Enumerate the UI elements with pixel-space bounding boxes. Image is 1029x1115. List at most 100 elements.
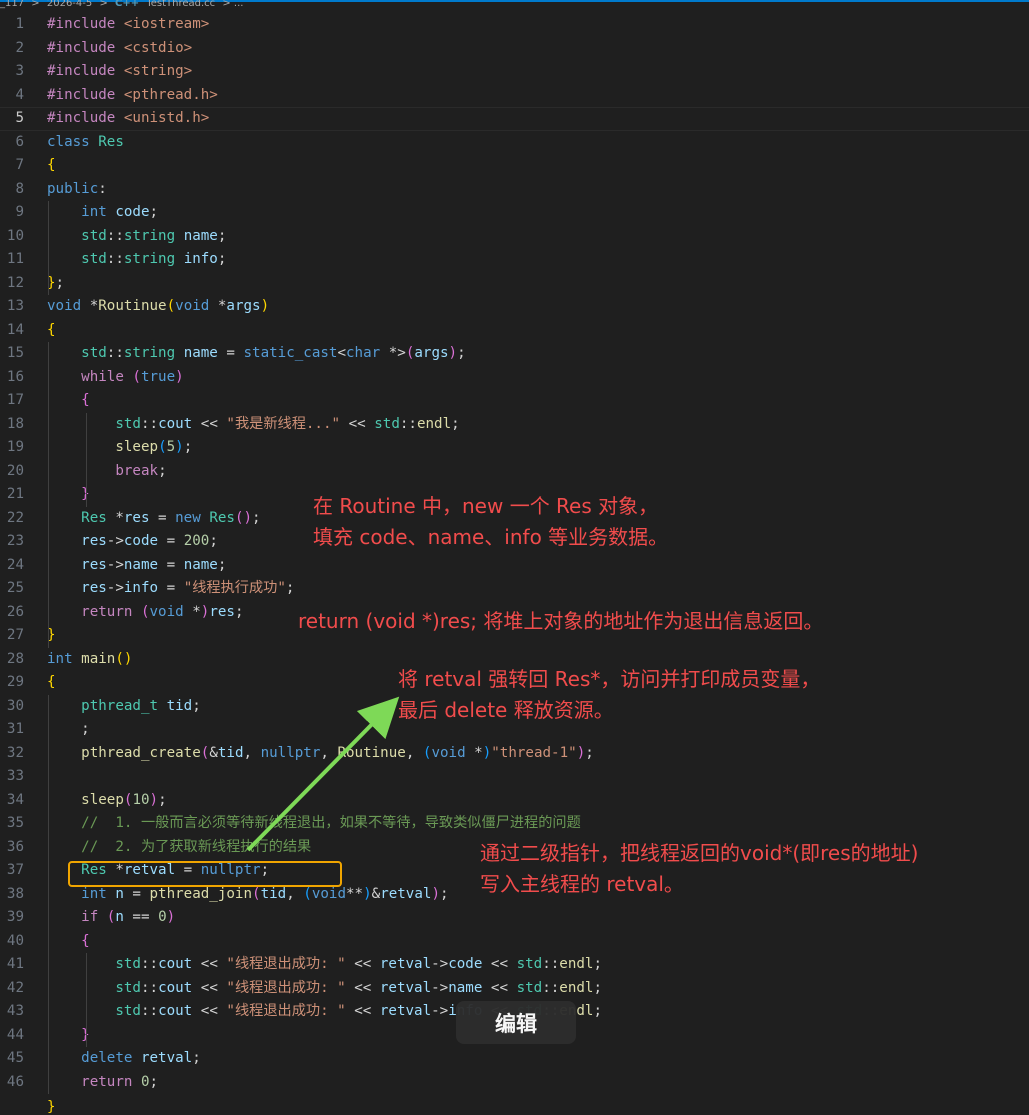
code-line[interactable]: 39 if (n == 0) bbox=[0, 906, 1029, 930]
code-line[interactable]: 10 std::string name; bbox=[0, 225, 1029, 249]
code-text[interactable]: { bbox=[47, 671, 56, 695]
code-line[interactable]: 13 void *Routinue(void *args) bbox=[0, 295, 1029, 319]
code-text[interactable]: std::string name; bbox=[47, 225, 226, 249]
code-text[interactable]: int main() bbox=[47, 648, 132, 672]
code-text[interactable]: public: bbox=[47, 178, 107, 202]
code-line[interactable]: 6 class Res bbox=[0, 131, 1029, 155]
code-text[interactable]: // 1. 一般而言必须等待新线程退出，如果不等待，导致类似僵尸进程的问题 bbox=[47, 812, 581, 836]
code-text[interactable]: while (true) bbox=[47, 366, 184, 390]
indent-guide bbox=[48, 201, 49, 295]
code-line[interactable]: 41 std::cout << "线程退出成功: " << retval->co… bbox=[0, 953, 1029, 977]
line-number: 6 bbox=[15, 133, 24, 150]
code-text[interactable]: std::string info; bbox=[47, 248, 226, 272]
code-text[interactable]: }; bbox=[47, 272, 64, 296]
code-line[interactable]: 1 #include <iostream> bbox=[0, 13, 1029, 37]
code-text[interactable]: std::cout << "线程退出成功: " << retval->code … bbox=[47, 953, 602, 977]
line-number: 24 bbox=[6, 556, 24, 573]
code-text[interactable]: std::cout << "线程退出成功: " << retval->name … bbox=[47, 977, 602, 1001]
code-line[interactable]: 45 delete retval; bbox=[0, 1047, 1029, 1071]
code-line[interactable]: 34 sleep(10); bbox=[0, 789, 1029, 813]
code-text[interactable]: res->info = "线程执行成功"; bbox=[47, 577, 294, 601]
code-text[interactable]: ; bbox=[47, 718, 90, 742]
line-number: 44 bbox=[6, 1026, 24, 1043]
code-line[interactable]: 42 std::cout << "线程退出成功: " << retval->na… bbox=[0, 977, 1029, 1001]
code-text[interactable]: #include <unistd.h> bbox=[47, 107, 209, 131]
code-text[interactable]: #include <iostream> bbox=[47, 13, 209, 37]
code-token: int bbox=[81, 204, 116, 220]
code-token: :: bbox=[542, 956, 560, 972]
code-line[interactable]: 12}; bbox=[0, 272, 1029, 296]
breadcrumb-symbol-trail[interactable]: > ... bbox=[222, 0, 243, 9]
code-text[interactable]: #include <cstdio> bbox=[47, 37, 192, 61]
code-line[interactable]: 15 std::string name = static_cast<char *… bbox=[0, 342, 1029, 366]
code-text[interactable]: break; bbox=[47, 460, 166, 484]
code-line[interactable]: 7{ bbox=[0, 154, 1029, 178]
breadcrumb-file[interactable]: TestThread.cc bbox=[146, 0, 215, 9]
code-text[interactable]: { bbox=[47, 319, 56, 343]
code-line[interactable]: 2 #include <cstdio> bbox=[0, 37, 1029, 61]
code-line[interactable]: 3 #include <string> bbox=[0, 60, 1029, 84]
code-line[interactable]: 35 // 1. 一般而言必须等待新线程退出，如果不等待，导致类似僵尸进程的问题 bbox=[0, 812, 1029, 836]
edit-button[interactable]: 编辑 bbox=[456, 1001, 576, 1044]
code-text[interactable]: res->name = name; bbox=[47, 554, 226, 578]
code-text[interactable]: class Res bbox=[47, 131, 124, 155]
code-line[interactable]: 25 res->info = "线程执行成功"; bbox=[0, 577, 1029, 601]
code-text[interactable]: void *Routinue(void *args) bbox=[47, 295, 269, 319]
code-line[interactable]: 9 int code; bbox=[0, 201, 1029, 225]
code-line[interactable]: 19 sleep(5); bbox=[0, 436, 1029, 460]
breadcrumb-folder-date[interactable]: 2026-4-5 bbox=[47, 0, 92, 9]
code-line[interactable]: 16 while (true) bbox=[0, 366, 1029, 390]
code-text[interactable]: #include <string> bbox=[47, 60, 192, 84]
code-text[interactable]: { bbox=[47, 154, 56, 178]
code-text[interactable]: res->code = 200; bbox=[47, 530, 218, 554]
code-text[interactable]: sleep(5); bbox=[47, 436, 192, 460]
line-number: 36 bbox=[6, 838, 24, 855]
code-text[interactable]: #include <pthread.h> bbox=[47, 84, 218, 108]
code-text[interactable]: // 2. 为了获取新线程执行的结果 bbox=[47, 836, 311, 860]
code-text[interactable]: } bbox=[47, 483, 90, 507]
code-text[interactable]: { bbox=[47, 389, 90, 413]
code-text[interactable]: pthread_t tid; bbox=[47, 695, 201, 719]
code-text[interactable]: delete retval; bbox=[47, 1047, 201, 1071]
code-text[interactable]: return (void *)res; bbox=[47, 601, 243, 625]
code-token: 0 bbox=[158, 909, 167, 925]
line-number: 2 bbox=[15, 39, 24, 56]
code-line[interactable]: 5 #include <unistd.h> bbox=[0, 107, 1029, 131]
return-annotation: return (void *)res; 将堆上对象的地址作为退出信息返回。 bbox=[298, 609, 824, 633]
code-token: :: bbox=[140, 415, 159, 432]
code-line[interactable]: 46 return 0; bbox=[0, 1071, 1029, 1095]
code-text[interactable]: std::cout << "我是新线程..." << std::endl; bbox=[47, 413, 459, 437]
code-line[interactable]: 8 public: bbox=[0, 178, 1029, 202]
code-text[interactable]: pthread_create(&tid, nullptr, Routinue, … bbox=[47, 742, 594, 766]
code-text[interactable]: int code; bbox=[47, 201, 158, 225]
code-text[interactable]: } bbox=[47, 1024, 90, 1048]
code-line[interactable]: 17 { bbox=[0, 389, 1029, 413]
code-text[interactable]: { bbox=[47, 930, 90, 954]
code-line[interactable]: 14 { bbox=[0, 319, 1029, 343]
line-number: 27 bbox=[6, 627, 24, 643]
code-text[interactable]: Res *res = new Res(); bbox=[47, 507, 260, 531]
code-token: () bbox=[115, 650, 133, 667]
code-text[interactable]: return 0; bbox=[47, 1071, 158, 1095]
code-text[interactable]: std::string name = static_cast<char *>(a… bbox=[47, 342, 465, 366]
code-text[interactable]: sleep(10); bbox=[47, 789, 166, 813]
code-token: pthread_create bbox=[81, 744, 201, 761]
code-line[interactable]: 40 { bbox=[0, 930, 1029, 954]
code-token: :: bbox=[542, 979, 560, 996]
code-line[interactable]: 4 #include <pthread.h> bbox=[0, 84, 1029, 108]
code-text[interactable]: if (n == 0) bbox=[47, 906, 175, 930]
code-line[interactable]: 20 break; bbox=[0, 460, 1029, 484]
breadcrumb-folder[interactable]: _117 bbox=[0, 0, 24, 9]
code-line[interactable]: 32 pthread_create(&tid, nullptr, Routinu… bbox=[0, 742, 1029, 766]
code-line[interactable]: 33 bbox=[0, 765, 1029, 789]
code-line[interactable]: 11 std::string info; bbox=[0, 248, 1029, 272]
code-token: << bbox=[482, 956, 517, 972]
code-line[interactable]: 24 res->name = name; bbox=[0, 554, 1029, 578]
code-line[interactable]: 18 std::cout << "我是新线程..." << std::endl; bbox=[0, 413, 1029, 437]
